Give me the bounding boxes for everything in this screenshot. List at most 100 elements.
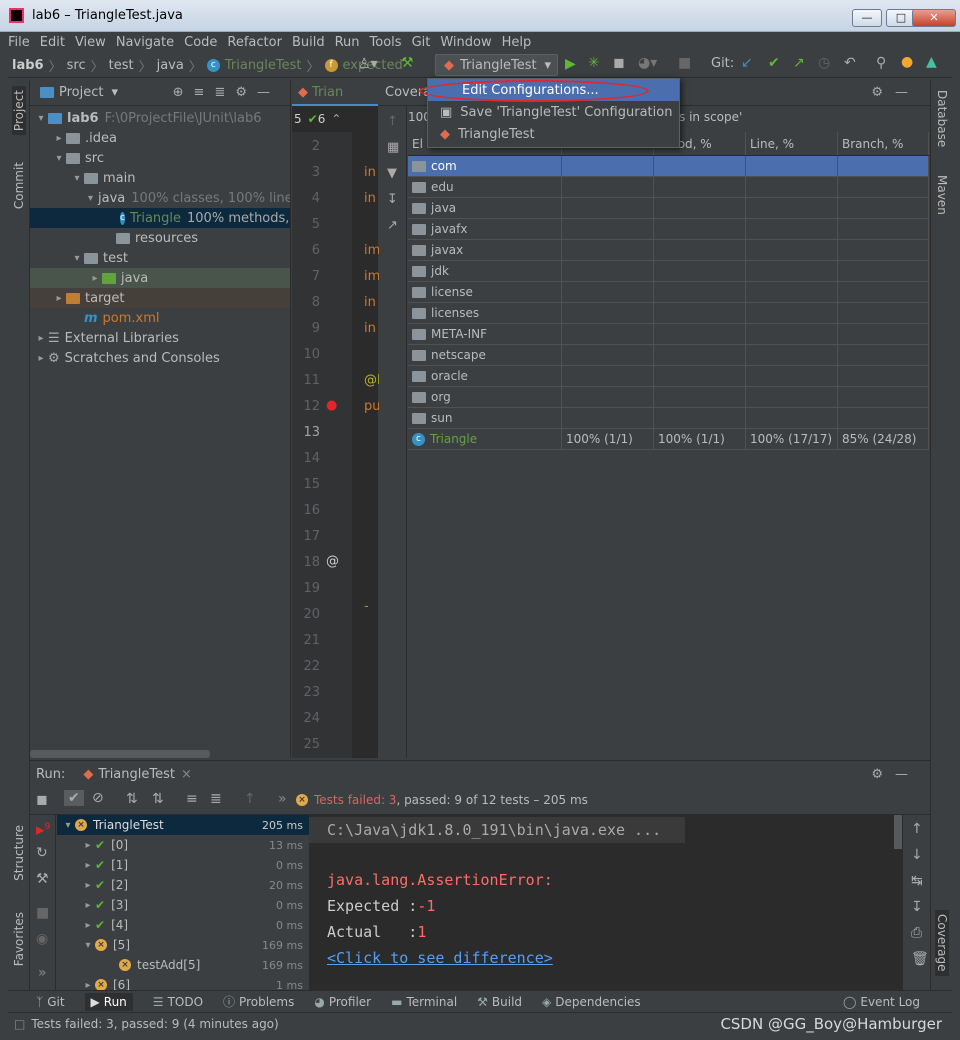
show-passed-icon[interactable]: ✔ xyxy=(64,790,84,806)
coverage-row[interactable]: jdk xyxy=(408,261,929,282)
import-icon[interactable]: ↧ xyxy=(387,192,398,207)
expand-arrow-icon[interactable]: ▸ xyxy=(81,860,95,871)
menu-code[interactable]: Code xyxy=(184,35,217,50)
test-result-row[interactable]: ▸ ✔ [4] 0 ms xyxy=(57,915,309,935)
expand-arrow-icon[interactable]: ▾ xyxy=(61,820,75,831)
filter-icon[interactable]: ▼ xyxy=(387,166,397,181)
git-tool-button[interactable]: ᛉ Git xyxy=(36,995,65,1009)
coverage-settings-icons[interactable]: ⚙— xyxy=(871,85,920,100)
favorites-tool-tab[interactable]: Favorites xyxy=(12,912,26,966)
chevron-up-icon[interactable]: ⌃ xyxy=(331,112,341,126)
sort-alpha-icon[interactable]: ⇅ xyxy=(126,791,138,807)
rerun-icon[interactable]: ◼ xyxy=(36,792,48,808)
coverage-row[interactable]: org xyxy=(408,387,929,408)
breadcrumb-project[interactable]: lab6 xyxy=(12,58,44,73)
menu-view[interactable]: View xyxy=(75,35,106,50)
menu-window[interactable]: Window xyxy=(440,35,491,50)
coverage-row[interactable]: com xyxy=(408,156,929,177)
close-window-button[interactable]: ✕ xyxy=(912,9,956,27)
panel-actions-icons[interactable]: ⊕≡≣⚙— xyxy=(173,85,280,100)
wrench-icon[interactable]: ⚒ xyxy=(36,871,49,887)
menu-edit[interactable]: Edit xyxy=(40,35,65,50)
more-icon[interactable]: » xyxy=(278,791,287,807)
tree-item-pom[interactable]: m pom.xml xyxy=(30,308,290,328)
test-result-row[interactable]: ▸ × [6] 1 ms xyxy=(57,975,309,991)
up-arrow-icon[interactable]: ↑ xyxy=(387,114,398,129)
tree-item-test[interactable]: ▾ test xyxy=(30,248,290,268)
menu-file[interactable]: File xyxy=(8,35,30,50)
status-panel-icon[interactable]: □ xyxy=(14,1017,25,1031)
expand-arrow-icon[interactable]: ▸ xyxy=(81,840,95,851)
click-to-see-difference-link[interactable]: <Click to see difference> xyxy=(327,949,553,967)
structure-tool-tab[interactable]: Structure xyxy=(12,825,26,881)
coverage-row[interactable]: license xyxy=(408,282,929,303)
chevron-down-icon[interactable]: ▾ xyxy=(111,85,118,100)
test-result-row[interactable]: ▸ ✔ [2] 20 ms xyxy=(57,875,309,895)
commit-tool-tab[interactable]: Commit xyxy=(12,162,26,209)
coverage-row[interactable]: javax xyxy=(408,240,929,261)
breadcrumb-class[interactable]: TriangleTest xyxy=(225,58,302,73)
tree-item-main[interactable]: ▾ main xyxy=(30,168,290,188)
profile-icon[interactable]: ◕▾ xyxy=(638,55,657,71)
coverage-row[interactable]: java xyxy=(408,198,929,219)
sort-duration-icon[interactable]: ⇅ xyxy=(152,791,164,807)
test-result-row[interactable]: ▾ × TriangleTest 205 ms xyxy=(57,815,309,835)
export-icon[interactable]: ↗ xyxy=(387,218,398,233)
breadcrumb-test[interactable]: test xyxy=(109,58,134,73)
git-push-icon[interactable]: ↗ xyxy=(793,55,805,71)
test-result-row[interactable]: × testAdd[5] 169 ms xyxy=(57,955,309,975)
minimize-button[interactable]: — xyxy=(852,9,882,27)
expand-arrow-icon[interactable]: ▾ xyxy=(81,940,95,951)
git-commit-icon[interactable]: ✔ xyxy=(768,55,780,71)
build-hammer-icon[interactable]: ⚒ xyxy=(401,55,414,71)
tree-item-resources[interactable]: resources xyxy=(30,228,290,248)
coverage-row[interactable]: licenses xyxy=(408,303,929,324)
maven-tool-tab[interactable]: Maven xyxy=(935,175,949,215)
run-with-coverage-icon[interactable]: ◼ xyxy=(613,55,625,71)
menu-help[interactable]: Help xyxy=(502,35,532,50)
git-update-icon[interactable]: ↙ xyxy=(741,55,753,71)
coverage-row[interactable]: sun xyxy=(408,408,929,429)
run-configuration-dropdown[interactable]: ◆ TriangleTest ▾ xyxy=(435,54,558,76)
coverage-row[interactable]: javafx xyxy=(408,219,929,240)
coverage-row[interactable]: c Triangle 100% (1/1) 100% (1/1) 100% (17/17… xyxy=(408,429,929,450)
search-icon[interactable]: ⚲ xyxy=(876,55,886,71)
more-icon[interactable]: » xyxy=(38,965,47,981)
todo-tool-button[interactable]: ☰ TODO xyxy=(153,995,203,1009)
soft-wrap-icon[interactable]: ↹ xyxy=(911,873,923,889)
editor-tab-trianglettest[interactable]: ◆ Trian xyxy=(292,80,378,106)
camera-icon[interactable]: ◉ xyxy=(36,931,48,947)
previous-failed-icon[interactable]: ↑ xyxy=(244,791,256,807)
dependencies-tool-button[interactable]: ◈ Dependencies xyxy=(542,995,641,1009)
tree-item-external-libraries[interactable]: ▸ ☰ External Libraries xyxy=(30,328,290,348)
horizontal-scrollbar[interactable] xyxy=(30,750,210,758)
stop-icon[interactable]: ■ xyxy=(678,55,691,71)
tree-item-scratches[interactable]: ▸ ⚙ Scratches and Consoles xyxy=(30,348,290,368)
toolbox-icon[interactable]: ▲ xyxy=(926,54,937,70)
override-gutter-icon[interactable]: @ xyxy=(326,554,339,569)
project-view-selector[interactable]: Project xyxy=(59,85,103,100)
scroll-to-end-icon[interactable]: ↧ xyxy=(911,899,923,915)
menu-run[interactable]: Run xyxy=(335,35,360,50)
rollback-icon[interactable]: ↶ xyxy=(844,55,856,71)
menu-navigate[interactable]: Navigate xyxy=(116,35,174,50)
tree-item-triangle[interactable]: c Triangle 100% methods, 100% lines xyxy=(30,208,290,228)
run-tool-button[interactable]: ▶ Run xyxy=(84,992,133,1011)
menu-tools[interactable]: Tools xyxy=(370,35,402,50)
test-result-row[interactable]: ▸ ✔ [0] 13 ms xyxy=(57,835,309,855)
rerun-failed-icon[interactable]: ▶9 xyxy=(36,821,50,837)
update-icon[interactable]: ● xyxy=(901,54,913,70)
menu-build[interactable]: Build xyxy=(292,35,325,50)
print-icon[interactable]: ⎙ xyxy=(911,925,922,941)
scroll-down-icon[interactable]: ↓ xyxy=(911,847,923,863)
status-message[interactable]: Tests failed: 3, passed: 9 (4 minutes ag… xyxy=(31,1017,278,1031)
coverage-tool-tab[interactable]: Coverage xyxy=(935,910,949,976)
run-settings-icons[interactable]: ⚙— xyxy=(871,767,920,782)
tree-item-src[interactable]: ▾ src xyxy=(30,148,290,168)
coverage-row[interactable]: META-INF xyxy=(408,324,929,345)
breadcrumb-java[interactable]: java xyxy=(157,58,184,73)
expand-arrow-icon[interactable]: ▸ xyxy=(81,920,95,931)
toggle-auto-test-icon[interactable]: ↻ xyxy=(36,845,48,861)
close-tab-icon[interactable]: × xyxy=(181,767,192,782)
debug-icon[interactable]: ✳ xyxy=(588,55,600,71)
